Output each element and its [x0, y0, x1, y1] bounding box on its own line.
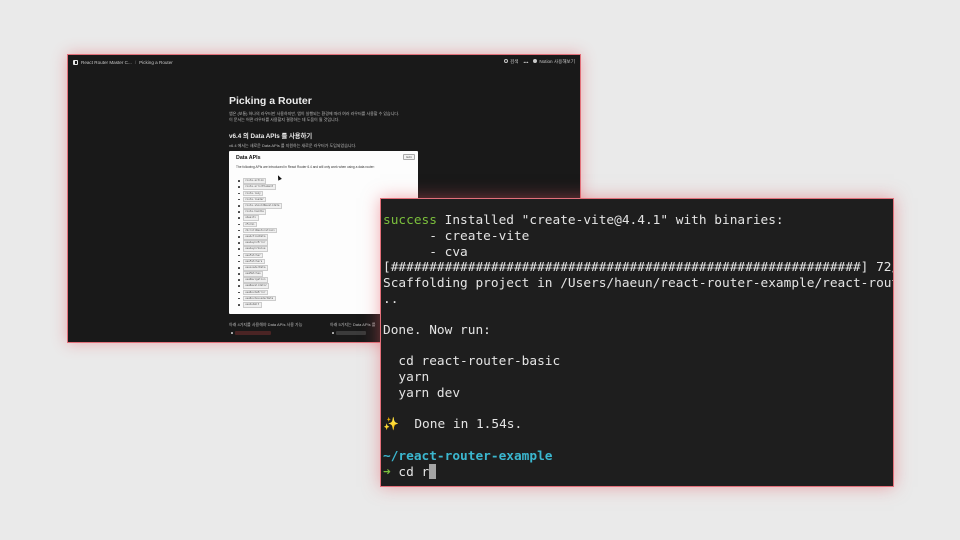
terminal-prompt-path: ~/react-router-example — [383, 449, 553, 465]
prompt-arrow-icon: ➜ — [383, 465, 391, 480]
api-name[interactable]: <Form> — [242, 221, 257, 228]
footer-bullet — [332, 332, 334, 334]
api-name[interactable]: useRevalidator — [242, 283, 270, 290]
bullet-icon — [238, 297, 240, 300]
command-input[interactable]: cd r — [391, 465, 429, 480]
embed-title: Data APIs — [236, 155, 261, 161]
bullet-icon — [238, 304, 240, 306]
bullet-icon — [238, 285, 240, 288]
api-name[interactable]: <Await> — [242, 215, 259, 222]
bullet-icon — [238, 217, 240, 220]
bullet-icon — [238, 260, 240, 263]
timing-text: Done in 1.54s. — [398, 417, 523, 432]
bullet-icon — [238, 192, 240, 195]
api-name[interactable]: route.action — [242, 178, 267, 184]
embed-intro: The following APIs are introduced in Rea… — [236, 165, 375, 169]
api-list-item: route.errorElement — [238, 184, 282, 191]
terminal-line-scaffold-cont: .. — [383, 292, 399, 307]
api-name[interactable]: useActionData — [242, 233, 268, 240]
embed-edit-button[interactable]: Edit — [403, 154, 415, 160]
terminal-line-timing: ✨ Done in 1.54s. — [383, 417, 522, 433]
bullet-icon — [238, 186, 240, 189]
terminal-input-line[interactable]: ➜ cd r — [383, 464, 437, 480]
api-name[interactable]: <ScrollRestoration> — [242, 227, 278, 234]
terminal-window[interactable]: success Installed "create-vite@4.4.1" wi… — [380, 198, 894, 487]
bullet-icon — [238, 180, 240, 182]
api-name[interactable]: route.errorElement — [242, 184, 276, 191]
api-list-item: <ScrollRestoration> — [238, 227, 282, 234]
success-label: success — [383, 213, 437, 228]
notion-content: Picking a Router 앱은 (보통) 하나의 라우터만 사용하지만,… — [229, 94, 429, 149]
bullet-icon — [238, 291, 240, 294]
bullet-icon — [238, 229, 240, 232]
bullet-icon — [238, 235, 240, 238]
prompt-path: ~/react-router-example — [383, 449, 553, 464]
api-list-item: useRouteLoaderData — [238, 295, 282, 302]
footer-bullet — [231, 332, 233, 334]
bullet-icon — [238, 279, 240, 281]
api-list-item: route.shouldRevalidate — [238, 203, 282, 209]
api-list-item: useSubmit — [238, 302, 282, 308]
footer-left-text: 아래 4가지를 사용해야 Data APIs 사용 가능 — [229, 322, 303, 327]
api-name[interactable]: useRouteLoaderData — [242, 295, 276, 302]
api-name[interactable]: useFetchers — [242, 258, 265, 265]
bullet-icon — [238, 254, 240, 257]
api-name[interactable]: useAsyncValue — [242, 246, 268, 252]
terminal-progress-bar: [#######################################… — [383, 260, 894, 275]
terminal-line-binary-2: - cva — [383, 245, 468, 260]
api-name[interactable]: route.lazy — [242, 190, 264, 197]
bullet-icon — [238, 273, 240, 275]
text-cursor — [429, 464, 437, 479]
api-name[interactable]: useLoaderData — [242, 264, 268, 271]
terminal-line-binary-1: - create-vite — [383, 229, 530, 244]
bullet-icon — [238, 242, 240, 244]
section-heading: v6.4 의 Data APIs 를 사용하기 — [229, 133, 313, 140]
api-name[interactable]: route.shouldRevalidate — [242, 203, 282, 209]
terminal-line-install: success Installed "create-vite@4.4.1" wi… — [383, 213, 784, 229]
api-name[interactable]: route.handle — [242, 209, 267, 215]
bullet-icon — [238, 205, 240, 207]
api-name[interactable]: useSubmit — [242, 302, 262, 308]
bullet-icon — [238, 198, 240, 201]
footer-right-text: 아래 5가지는 Data APIs 를 — [330, 322, 376, 327]
bullet-icon — [238, 211, 240, 213]
sparkles-icon: ✨ — [383, 417, 399, 432]
page-intro: 앱은 (보통) 하나의 라우터만 사용하지만, 앱이 실행되는 환경에 따라 여… — [229, 111, 429, 123]
api-name[interactable]: route.loader — [242, 196, 267, 203]
api-name[interactable]: useRouteError — [242, 289, 268, 296]
footer-code-tag — [336, 331, 366, 335]
api-name[interactable]: useNavigation — [242, 277, 268, 283]
footer-code-tag — [235, 331, 271, 335]
bullet-icon — [238, 248, 240, 250]
bullet-icon — [238, 266, 240, 269]
install-text: Installed "create-vite@4.4.1" with binar… — [436, 213, 784, 228]
page-intro-line-2: 이 문서는 어떤 라우터를 사용할지 결정하는 데 도움이 될 것입니다. — [229, 117, 340, 122]
terminal-line-cmd-yarn-dev: yarn dev — [383, 386, 461, 401]
terminal-line-cmd-cd: cd react-router-basic — [383, 354, 561, 369]
api-name[interactable]: useAsyncError — [242, 240, 268, 246]
api-name[interactable]: useMatches — [242, 271, 264, 277]
terminal-line-done: Done. Now run: — [383, 323, 491, 338]
api-list: route.action route.errorElement route.lazy… — [238, 178, 282, 308]
page-title: Picking a Router — [229, 95, 312, 107]
terminal-line-cmd-yarn: yarn — [383, 370, 430, 385]
bullet-icon — [238, 223, 240, 226]
section-description: v6.4 에서는 새로운 Data APIs 를 지원하는 새로운 라우터가 도… — [229, 143, 357, 148]
terminal-line-scaffold: Scaffolding project in /Users/haeun/reac… — [383, 276, 893, 291]
api-name[interactable]: useFetcher — [242, 252, 264, 259]
